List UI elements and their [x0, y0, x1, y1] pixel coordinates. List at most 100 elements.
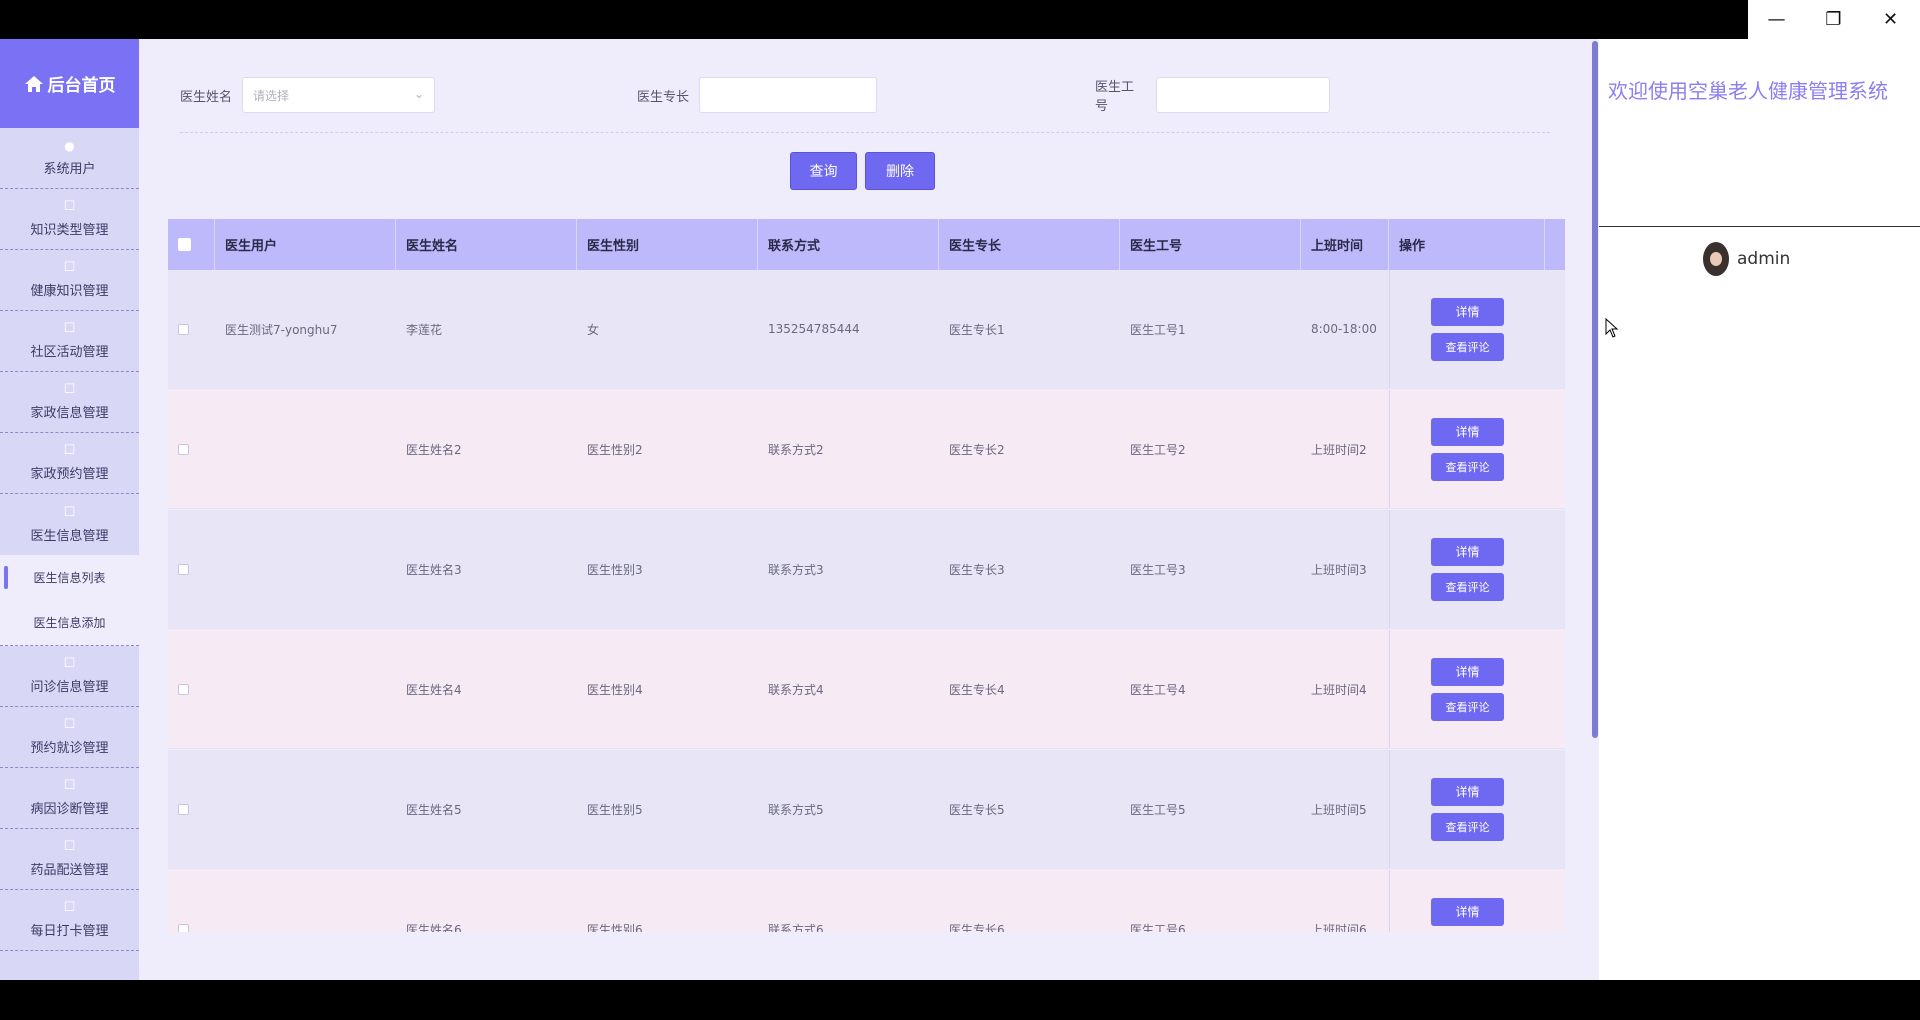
table-cell: 女 [587, 322, 600, 337]
table-cell: 联系方式4 [768, 682, 824, 697]
sidebar-item[interactable]: ☐ 病因诊断管理 [0, 768, 139, 829]
table-cell: 医生工号2 [1130, 442, 1186, 457]
table-cell: 医生工号4 [1130, 682, 1186, 697]
submenu: 医生信息列表 医生信息添加 [0, 555, 139, 646]
sidebar-item[interactable]: ● 系统用户 [0, 128, 139, 189]
edit-icon: ☐ [63, 656, 76, 671]
row-checkbox[interactable] [178, 443, 189, 455]
search-form: 医生姓名 请选择 ⌄ 医生专长 医生工号 [180, 77, 1330, 114]
doctor-specialty-label: 医生专长 [637, 89, 690, 105]
sidebar-item-label: 每日打卡管理 [30, 924, 109, 939]
divider [1599, 226, 1920, 227]
row-select-cell [168, 750, 215, 868]
view-comments-button[interactable]: 查看评论 [1431, 812, 1504, 841]
detail-button[interactable]: 详情 [1431, 417, 1504, 446]
row-select-cell [168, 630, 215, 748]
table-cell: 医生姓名2 [406, 442, 462, 457]
sidebar-item-label: 系统用户 [43, 161, 96, 177]
home-link[interactable]: 后台首页 [0, 39, 139, 128]
edit-icon: ☐ [63, 717, 76, 732]
sidebar-item[interactable]: ☐ 家政预约管理 [0, 433, 139, 494]
minimize-icon[interactable]: — [1748, 0, 1805, 39]
sidebar-menu: ● 系统用户 ☐ 知识类型管理 ☐ 健康知识管理 ☐ 社区活动管理 ☐ 家政信息管理 ☐ 家政预约管理… [0, 128, 139, 951]
sidebar-item-label: 社区活动管理 [30, 345, 109, 360]
edit-icon: ☐ [63, 199, 76, 214]
column-header: 医生性别 [577, 219, 758, 270]
table-cell: 医生姓名4 [406, 682, 462, 697]
table-cell: 医生专长5 [949, 802, 1005, 817]
table-cell: 李莲花 [406, 322, 443, 337]
sidebar-item[interactable]: ☐ 医生信息管理 [0, 494, 139, 555]
table-cell: 医生工号1 [1130, 322, 1186, 337]
sidebar-item-label: 病因诊断管理 [30, 802, 109, 817]
row-actions: 详情查看评论 [1389, 270, 1545, 388]
chevron-down-icon: ⌄ [413, 87, 425, 101]
row-checkbox[interactable] [178, 803, 189, 815]
doctor-specialty-input[interactable] [699, 77, 878, 113]
edit-icon: ☐ [63, 321, 76, 336]
doctor-table: 医生用户 医生姓名 医生性别 联系方式 医生专长 医生工号 上班时间 操作 医生测试7-yon… [168, 219, 1565, 932]
row-actions: 详情查看评论 [1389, 630, 1545, 748]
sidebar-item-label: 药品配送管理 [30, 863, 109, 878]
close-icon[interactable]: ✕ [1862, 0, 1919, 39]
table-cell: 8:00-18:00 [1311, 322, 1377, 336]
row-checkbox[interactable] [178, 923, 189, 932]
detail-button[interactable]: 详情 [1431, 897, 1504, 926]
window-titlebar: — ❐ ✕ [0, 0, 1920, 39]
table-cell: 联系方式5 [768, 802, 824, 817]
sidebar-item[interactable]: ☐ 社区活动管理 [0, 311, 139, 372]
view-comments-button[interactable]: 查看评论 [1431, 332, 1504, 361]
detail-button[interactable]: 详情 [1431, 777, 1504, 806]
column-header: 操作 [1389, 219, 1545, 270]
detail-button[interactable]: 详情 [1431, 657, 1504, 686]
table-row: 医生姓名3 医生性别3 联系方式3 医生专长3 医生工号3 上班时间3 详情 查看评论 [168, 510, 1565, 629]
detail-button[interactable]: 详情 [1431, 297, 1504, 326]
avatar [1703, 242, 1729, 276]
sidebar-item[interactable]: ☐ 家政信息管理 [0, 372, 139, 433]
delete-button[interactable]: 删除 [865, 152, 935, 190]
row-actions: 详情查看评论 [1389, 750, 1545, 868]
doctor-name-select[interactable]: 请选择 ⌄ [242, 77, 436, 113]
row-select-cell [168, 390, 215, 508]
sidebar-item[interactable]: ☐ 每日打卡管理 [0, 890, 139, 951]
edit-icon: ☐ [63, 900, 76, 915]
app-window: 后台首页 ● 系统用户 ☐ 知识类型管理 ☐ 健康知识管理 ☐ 社区活动管理 ☐ 家政信息管理 ☐ 家… [0, 39, 1920, 980]
sidebar: 后台首页 ● 系统用户 ☐ 知识类型管理 ☐ 健康知识管理 ☐ 社区活动管理 ☐ 家政信息管理 ☐ 家… [0, 39, 139, 980]
row-checkbox[interactable] [178, 323, 189, 335]
table-row: 医生姓名4 医生性别4 联系方式4 医生专长4 医生工号4 上班时间4 详情 查看评论 [168, 630, 1565, 749]
sidebar-item-label: 医生信息管理 [30, 528, 109, 544]
column-header: 医生工号 [1120, 219, 1301, 270]
scrollbar-thumb[interactable] [1592, 41, 1598, 738]
sidebar-item[interactable]: ☐ 知识类型管理 [0, 189, 139, 250]
user-info[interactable]: admin [1703, 242, 1790, 276]
sidebar-item[interactable]: ☐ 问诊信息管理 [0, 646, 139, 707]
sidebar-item-label: 健康知识管理 [30, 284, 109, 299]
query-button[interactable]: 查询 [790, 152, 857, 190]
sidebar-item[interactable]: ☐ 健康知识管理 [0, 250, 139, 311]
doctor-number-input[interactable] [1155, 77, 1330, 113]
view-comments-button[interactable]: 查看评论 [1431, 452, 1504, 481]
select-all-checkbox[interactable] [178, 238, 191, 251]
edit-icon: ☐ [63, 443, 76, 458]
view-comments-button[interactable]: 查看评论 [1431, 692, 1504, 721]
table-cell: 医生姓名6 [406, 922, 462, 933]
select-all-cell [168, 219, 215, 270]
table-cell: 医生姓名5 [406, 802, 462, 817]
restore-icon[interactable]: ❐ [1805, 0, 1862, 39]
doctor-specialty-field: 医生专长 [637, 77, 878, 113]
submenu-item[interactable]: 医生信息列表 [0, 555, 139, 600]
view-comments-button[interactable]: 查看评论 [1431, 572, 1504, 601]
table-cell: 医生专长2 [949, 442, 1005, 457]
submenu-item[interactable]: 医生信息添加 [0, 600, 139, 645]
table-cell: 医生姓名3 [406, 562, 462, 577]
scrollbar[interactable] [1591, 39, 1599, 980]
brand-label: 后台首页 [47, 76, 116, 96]
sidebar-item[interactable]: ☐ 药品配送管理 [0, 829, 139, 890]
table-cell: 135254785444 [768, 322, 860, 336]
detail-button[interactable]: 详情 [1431, 537, 1504, 566]
row-checkbox[interactable] [178, 563, 189, 575]
divider [180, 132, 1550, 133]
row-checkbox[interactable] [178, 683, 189, 695]
sidebar-item[interactable]: ☐ 预约就诊管理 [0, 707, 139, 768]
table-cell: 医生性别4 [587, 682, 643, 697]
